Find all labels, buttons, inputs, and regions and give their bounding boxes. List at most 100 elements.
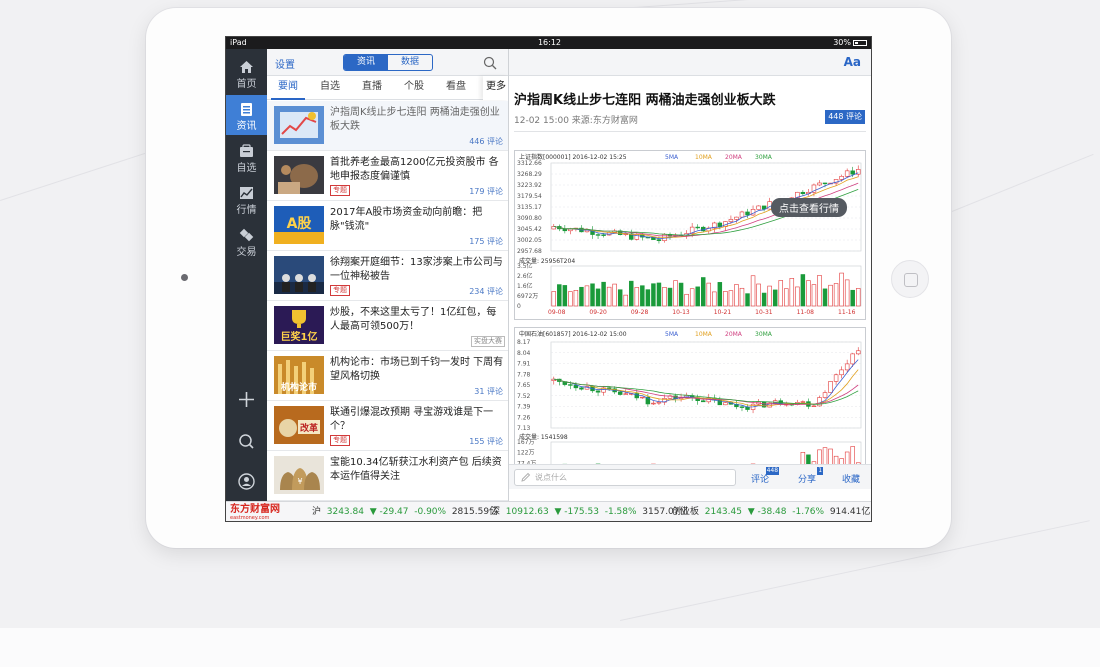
view-quote-button[interactable]: 点击查看行情 [771, 198, 847, 217]
volume-bar [557, 284, 562, 307]
segment-data[interactable]: 数据 [388, 55, 432, 70]
volume-tick-label: 3.5亿 [517, 262, 533, 270]
volume-bar [750, 275, 756, 307]
topic-tag: 专题 [330, 185, 350, 196]
settings-button[interactable]: 设置 [275, 56, 295, 71]
volume-bar [601, 281, 606, 307]
ticker-item[interactable]: 深 10912.63 ▼ -175.53 -1.58% 3157.07亿 [491, 502, 689, 521]
news-item[interactable]: A股 2017年A股市场资金动向前瞻：把脉"钱流" 175 评论 [267, 201, 508, 251]
thumb-text: 机构论市 [281, 381, 317, 393]
tab-live[interactable]: 直播 [355, 76, 389, 100]
tab-headlines[interactable]: 要闻 [271, 76, 305, 100]
volume-bar [772, 289, 778, 307]
font-size-button[interactable]: Aa [844, 55, 861, 69]
news-title: 炒股，不来这里太亏了！1亿红包，每人最高可领500万！ [330, 307, 497, 332]
battery-icon [853, 39, 867, 46]
candle [656, 401, 662, 404]
article-header: Aa [509, 49, 871, 76]
news-item[interactable]: 沪指周K线止步七连阳 两桶油走强创业板大跌 446 评论 [267, 101, 508, 151]
app-screen: iPad 16:12 30% 首页 资讯 自选 行情 交易 设置 资讯 数据 要… [225, 36, 872, 522]
news-comment-count: 155 评论 [469, 437, 503, 446]
stock-chart[interactable]: 中国石油[601857] 2016-12-02 15:00 5MA 10MA 20MA… [514, 327, 866, 477]
tab-watch-market[interactable]: 看盘 [439, 76, 473, 100]
candle [617, 391, 623, 395]
volume-bar [634, 287, 640, 307]
candle [573, 385, 579, 389]
tab-stocks[interactable]: 个股 [397, 76, 431, 100]
search-icon[interactable] [483, 56, 497, 70]
tab-watchlist[interactable]: 自选 [313, 76, 347, 100]
favorite-button[interactable]: 收藏 [842, 472, 860, 485]
news-item[interactable]: ¥ 宝能10.34亿斩获江水利资产包 后续资本运作值得关注 [267, 451, 508, 501]
y-tick-label: 3179.54 [517, 193, 542, 200]
ticker-item[interactable]: 创业板 2143.45 ▼ -38.48 -1.76% 914.41亿 [672, 502, 870, 521]
user-icon[interactable] [236, 471, 257, 492]
volume-bar [656, 282, 662, 307]
news-item[interactable]: 改革 联通引爆混改预期 寻宝游戏谁是下一个？ 专题 155 评论 [267, 401, 508, 451]
candle [623, 393, 628, 395]
add-icon[interactable] [236, 389, 257, 410]
battery-status: 30% [833, 37, 867, 49]
candle [800, 191, 806, 195]
sidebar: 首页 资讯 自选 行情 交易 [226, 49, 267, 501]
volume-bar [789, 278, 795, 307]
news-title: 首批养老金最高1200亿元投资股市 各地申报态度偏谨慎 [330, 157, 499, 182]
sidebar-item-home[interactable]: 首页 [226, 53, 267, 93]
sidebar-item-trade[interactable]: 交易 [226, 221, 267, 261]
candle [745, 211, 750, 216]
legend-30ma: 30MA [755, 154, 773, 161]
news-item[interactable]: 机构论市 机构论市：市场已到千钧一发时 下周有望风格切换 31 评论 [267, 351, 508, 401]
ma-line-10ma [553, 369, 859, 407]
volume-bar [573, 290, 579, 307]
news-list-pane: 设置 资讯 数据 要闻 自选 直播 个股 看盘 更多 沪指周K线止步七连阳 两桶… [267, 49, 509, 501]
candle [855, 350, 861, 355]
volume-bar [745, 293, 750, 307]
comment-input[interactable]: 说点什么 [514, 469, 736, 486]
index-chart[interactable]: 上证指数[000001] 2016-12-02 15:25 5MA 10MA 20MA… [514, 150, 866, 320]
volume-bar [612, 283, 617, 307]
home-icon [240, 61, 253, 73]
candle [839, 175, 844, 180]
news-item[interactable]: 巨奖1亿 炒股，不来这里太亏了！1亿红包，每人最高可领500万！ 实盘大赛 [267, 301, 508, 351]
candle [700, 400, 706, 403]
news-item[interactable]: 徐翔案开庭细节：13家涉案上市公司与一位神秘被告 专题 234 评论 [267, 251, 508, 301]
news-item[interactable]: 首批养老金最高1200亿元投资股市 各地申报态度偏谨慎 专题 179 评论 [267, 151, 508, 201]
candle [761, 401, 767, 408]
y-tick-label: 3312.66 [517, 160, 542, 167]
volume-bar [817, 275, 822, 307]
volume-bar [673, 280, 678, 307]
y-tick-label: 7.78 [517, 371, 531, 378]
home-button[interactable] [891, 260, 929, 298]
candle [822, 392, 828, 398]
volume-bar [584, 285, 590, 307]
candle [817, 182, 822, 186]
tab-more[interactable]: 更多 [483, 76, 508, 100]
comment-count-badge[interactable]: 448 评论 [825, 110, 865, 124]
share-button[interactable]: 分享 1 [798, 467, 824, 485]
volume-bar [645, 289, 651, 307]
sidebar-item-news[interactable]: 资讯 [226, 95, 267, 135]
volume-bar [629, 280, 634, 307]
news-comment-count: 234 评论 [469, 287, 503, 296]
candle [850, 170, 855, 175]
news-title: 徐翔案开庭细节：13家涉案上市公司与一位神秘被告 [330, 257, 503, 282]
volume-tick-label: 122万 [517, 450, 534, 457]
segment-news[interactable]: 资讯 [344, 55, 388, 70]
sidebar-item-market[interactable]: 行情 [226, 179, 267, 219]
x-tick-label: 09-08 [548, 309, 566, 316]
volume-bar [562, 285, 568, 307]
volume-bar [761, 292, 767, 307]
search-icon[interactable] [236, 431, 257, 452]
volume-bar [844, 279, 850, 307]
candle [756, 205, 761, 210]
sidebar-item-watchlist[interactable]: 自选 [226, 137, 267, 177]
topic-tag: 专题 [330, 285, 350, 296]
chart-title: 中国石油[601857] 2016-12-02 15:00 [519, 330, 627, 338]
ticker-item[interactable]: 沪 3243.84 ▼ -29.47 -0.90% 2815.59亿 [312, 502, 498, 521]
news-thumbnail: 机构论市 [274, 356, 324, 394]
candle [734, 216, 739, 220]
market-chart-icon [240, 187, 253, 199]
volume-bar [833, 283, 839, 307]
comment-button[interactable]: 评论 448 [751, 467, 780, 485]
x-tick-label: 11-08 [797, 309, 815, 316]
